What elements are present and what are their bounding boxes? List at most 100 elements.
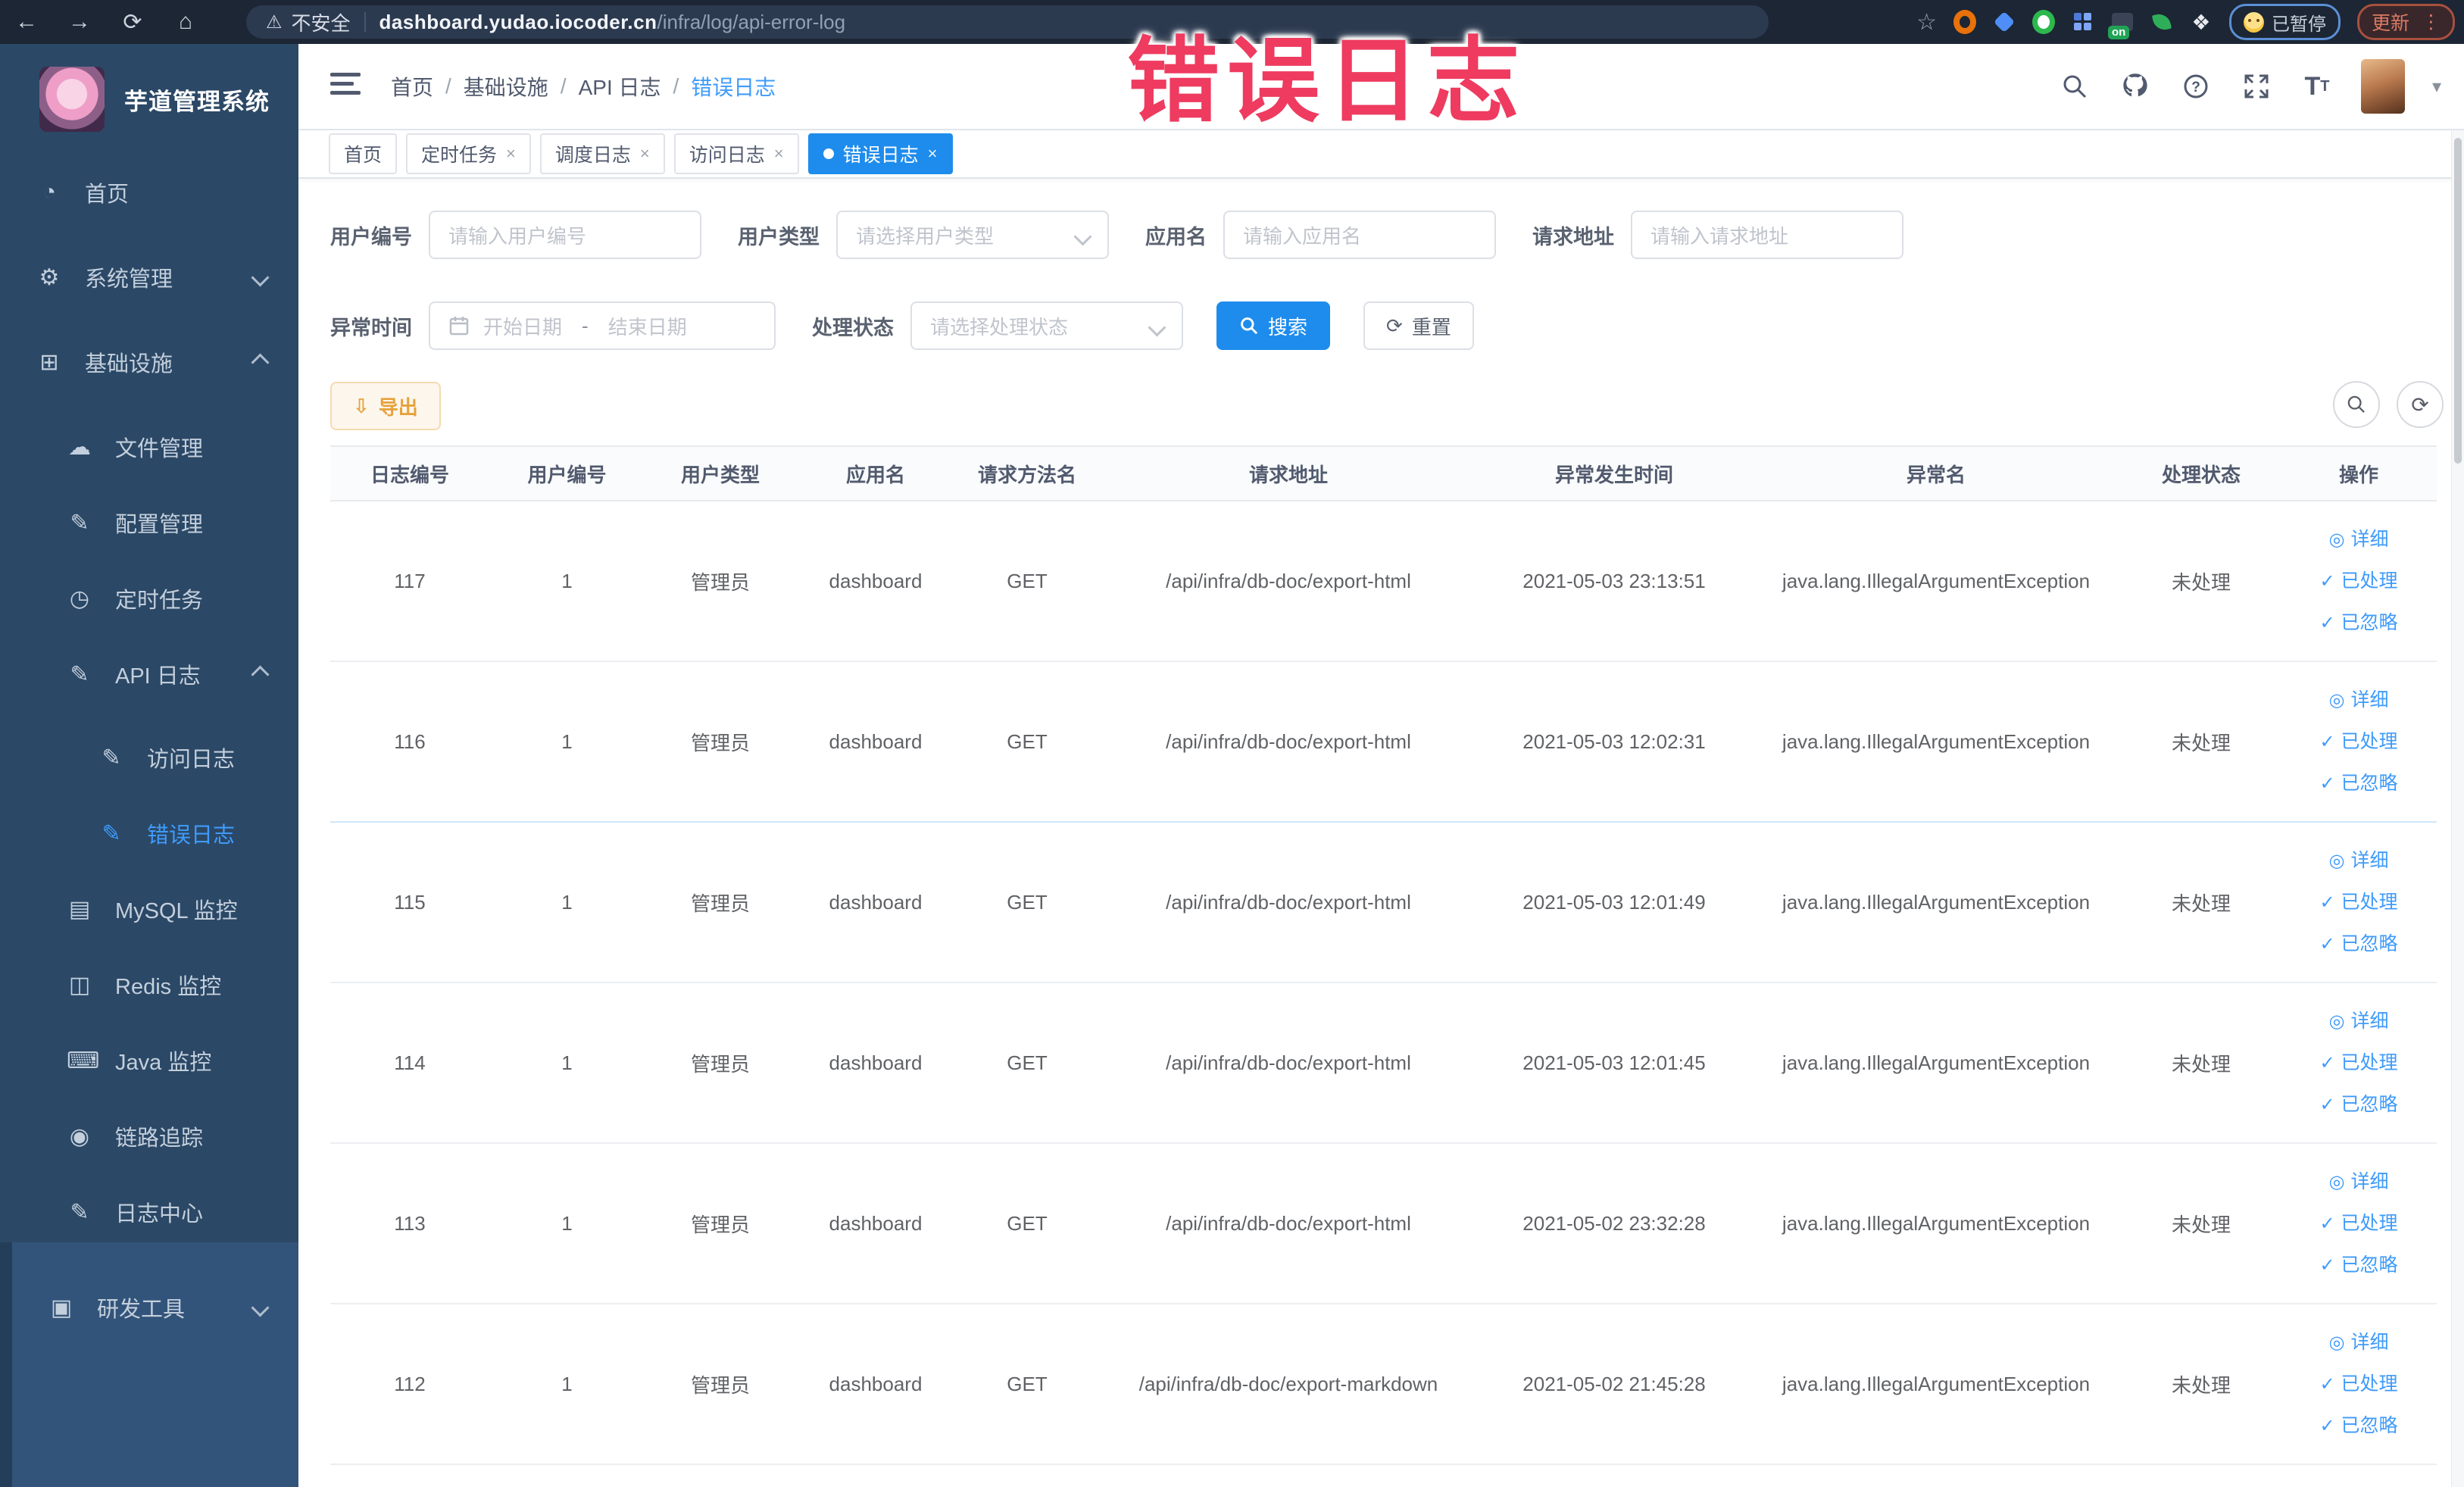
- fullscreen-icon[interactable]: [2240, 70, 2273, 103]
- ignored-link[interactable]: ✓ 已忽略: [2281, 763, 2436, 804]
- tab-label: 错误日志: [842, 145, 919, 166]
- column-header: 异常名: [1750, 445, 2122, 501]
- cell-app: dashboard: [829, 890, 923, 914]
- processed-link[interactable]: ✓ 已处理: [2281, 561, 2436, 602]
- browser-reload-icon[interactable]: ⟳: [106, 9, 159, 36]
- sidebar-item-api-log[interactable]: ✎ API 日志: [0, 636, 298, 712]
- table-header-row: 日志编号 用户编号 用户类型 应用名 请求方法名 请求地址 异常发生时间 异常名 处理状态 操作: [330, 445, 2437, 501]
- processed-link[interactable]: ✓ 已处理: [2281, 721, 2436, 763]
- update-label: 更新: [2371, 13, 2409, 34]
- processed-link[interactable]: ✓ 已处理: [2281, 882, 2436, 923]
- sidebar-item-label: 访问日志: [147, 748, 236, 772]
- cell-status: 未处理: [2171, 892, 2231, 915]
- browser-home-icon[interactable]: ⌂: [159, 9, 212, 35]
- user-id-input[interactable]: 请输入用户编号: [429, 211, 701, 259]
- cell-exception: java.lang.IllegalArgumentException: [1782, 729, 2091, 753]
- detail-link[interactable]: ◎ 详细: [2281, 1001, 2436, 1042]
- user-type-select[interactable]: 请选择用户类型: [836, 211, 1109, 259]
- detail-link[interactable]: ◎ 详细: [2281, 519, 2436, 561]
- detail-link[interactable]: ◎ 详细: [2281, 1161, 2436, 1203]
- sidebar-item-trace[interactable]: ◉ 链路追踪: [0, 1098, 298, 1174]
- sidebar-item-system[interactable]: ⚙ 系统管理: [0, 239, 298, 315]
- bookmark-star-icon[interactable]: ☆: [1916, 9, 1937, 36]
- sidebar-logo[interactable]: 芋道管理系统: [0, 44, 298, 147]
- browser-update-button[interactable]: 更新 ⋮: [2356, 4, 2455, 40]
- request-url-input[interactable]: 请输入请求地址: [1631, 211, 1903, 259]
- cell-url: /api/infra/db-doc/export-html: [1166, 1051, 1411, 1074]
- sidebar-item-devtools[interactable]: ▣ 研发工具: [12, 1270, 298, 1345]
- cell-url: /api/infra/db-doc/export-markdown: [1138, 1372, 1438, 1395]
- sidebar-item-redis[interactable]: ◫ Redis 监控: [0, 947, 298, 1023]
- breadcrumb-item[interactable]: 基础设施: [464, 71, 548, 102]
- detail-link[interactable]: ◎ 详细: [2281, 1322, 2436, 1364]
- sidebar-item-infra[interactable]: ⊞ 基础设施: [0, 324, 298, 400]
- extension-switch-icon[interactable]: on: [2107, 11, 2134, 39]
- sidebar-collapse-icon[interactable]: [330, 73, 361, 100]
- detail-link[interactable]: ◎ 详细: [2281, 840, 2436, 882]
- sidebar-item-file[interactable]: ☁ 文件管理: [0, 409, 298, 485]
- close-icon[interactable]: ×: [928, 144, 938, 164]
- breadcrumb-item[interactable]: 首页: [391, 71, 433, 102]
- scrollbar[interactable]: [2451, 130, 2464, 1487]
- extension-green-icon[interactable]: [2031, 10, 2055, 34]
- tab-调度日志[interactable]: 调度日志 ×: [539, 133, 665, 174]
- app-name-input[interactable]: 请输入应用名: [1223, 211, 1496, 259]
- chevron-down-icon[interactable]: ▾: [2432, 76, 2441, 98]
- address-bar[interactable]: ⚠ 不安全 dashboard.yudao.iocoder.cn/infra/l…: [246, 5, 1769, 39]
- sidebar-item-mysql[interactable]: ▤ MySQL 监控: [0, 871, 298, 947]
- close-icon[interactable]: ×: [506, 144, 516, 164]
- processed-link[interactable]: ✓ 已处理: [2281, 1203, 2436, 1245]
- scrollbar-thumb[interactable]: [2454, 138, 2462, 464]
- sidebar-item-label: 日志中心: [115, 1202, 204, 1226]
- check-icon: ✓: [2319, 1213, 2335, 1234]
- breadcrumb-item[interactable]: API 日志: [579, 71, 661, 102]
- toggle-search-button[interactable]: [2333, 381, 2380, 428]
- refresh-table-button[interactable]: ⟳: [2397, 381, 2444, 428]
- sidebar-item-java[interactable]: ⌨ Java 监控: [0, 1023, 298, 1098]
- op-label: 已忽略: [2341, 772, 2398, 794]
- tab-定时任务[interactable]: 定时任务 ×: [406, 133, 531, 174]
- ignored-link[interactable]: ✓ 已忽略: [2281, 1405, 2436, 1447]
- processed-link[interactable]: ✓ 已处理: [2281, 1364, 2436, 1405]
- extension-grid-icon[interactable]: [2072, 11, 2094, 33]
- check-icon: ✓: [2319, 731, 2335, 752]
- close-icon[interactable]: ×: [640, 144, 650, 164]
- search-button[interactable]: 搜索: [1216, 301, 1331, 350]
- extension-leaf-icon[interactable]: [2150, 11, 2173, 33]
- ignored-link[interactable]: ✓ 已忽略: [2281, 1084, 2436, 1126]
- export-button[interactable]: ⇩ 导出: [330, 382, 441, 430]
- ignored-link[interactable]: ✓ 已忽略: [2281, 602, 2436, 644]
- sidebar-item-access-log[interactable]: ✎ 访问日志: [0, 720, 298, 795]
- ignored-link[interactable]: ✓ 已忽略: [2281, 923, 2436, 965]
- tab-访问日志[interactable]: 访问日志 ×: [673, 133, 799, 174]
- processed-link[interactable]: ✓ 已处理: [2281, 1042, 2436, 1084]
- github-icon[interactable]: [2119, 70, 2152, 103]
- reset-button[interactable]: ⟳ 重置: [1363, 301, 1474, 350]
- search-icon[interactable]: [2058, 70, 2091, 103]
- sidebar-item-config[interactable]: ✎ 配置管理: [0, 485, 298, 561]
- profile-chip[interactable]: 已暂停: [2228, 4, 2341, 40]
- font-size-icon[interactable]: TT: [2300, 70, 2334, 103]
- user-avatar[interactable]: [2360, 59, 2405, 114]
- sidebar-item-error-log[interactable]: ✎ 错误日志: [0, 795, 298, 871]
- browser-back-icon[interactable]: ←: [0, 9, 53, 35]
- extensions-puzzle-icon[interactable]: ❖: [2190, 11, 2213, 34]
- tab-错误日志[interactable]: 错误日志 ×: [807, 133, 953, 174]
- browser-forward-icon[interactable]: →: [53, 9, 106, 35]
- detail-link[interactable]: ◎ 详细: [2281, 679, 2436, 721]
- ignored-link[interactable]: ✓ 已忽略: [2281, 1245, 2436, 1286]
- column-header: 应用名: [796, 445, 955, 501]
- tab-首页[interactable]: 首页: [329, 133, 398, 174]
- extension-orange-icon[interactable]: [1953, 10, 1976, 34]
- sidebar-item-job[interactable]: ◷ 定时任务: [0, 561, 298, 636]
- sidebar-item-home[interactable]: ◔ 首页: [0, 155, 298, 230]
- process-status-select[interactable]: 请选择处理状态: [910, 301, 1183, 350]
- close-icon[interactable]: ×: [774, 144, 784, 164]
- extension-shield-icon[interactable]: [1993, 11, 2016, 33]
- kebab-menu-icon[interactable]: ⋮: [2422, 11, 2441, 33]
- help-icon[interactable]: ?: [2179, 70, 2213, 103]
- sidebar-item-log-center[interactable]: ✎ 日志中心: [0, 1174, 298, 1250]
- exception-time-range-picker[interactable]: 开始日期 - 结束日期: [429, 301, 776, 350]
- profile-chip-label: 已暂停: [2271, 14, 2326, 35]
- sidebar-item-label: Java 监控: [115, 1051, 212, 1075]
